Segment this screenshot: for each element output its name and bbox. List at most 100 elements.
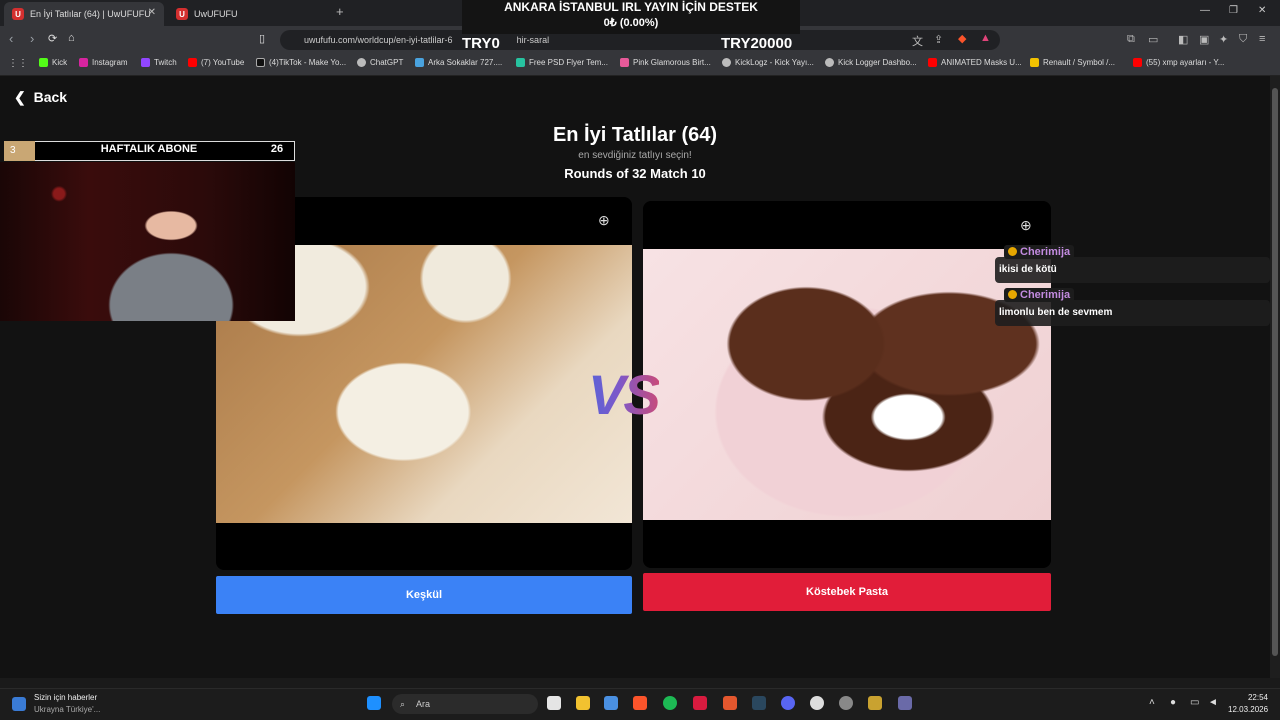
forward-nav-icon[interactable]: ›: [30, 31, 34, 46]
bookmark-renault[interactable]: Renault / Symbol /...: [1030, 58, 1115, 67]
start-icon[interactable]: [367, 696, 381, 710]
bookmark-icon[interactable]: ▯: [259, 32, 265, 45]
brave-rewards-icon[interactable]: ▲: [980, 32, 991, 44]
apps-grid-icon[interactable]: ⋮⋮: [8, 58, 28, 69]
bookmark-label: ANIMATED Masks U...: [941, 58, 1022, 67]
bookmark-twitch[interactable]: Twitch: [141, 58, 177, 67]
youtube-icon: [928, 58, 937, 67]
share-icon[interactable]: ⇪: [934, 33, 943, 46]
bookmark-youtube[interactable]: (7) YouTube: [188, 58, 244, 67]
bookmark-kicklogz[interactable]: KickLogz - Kick Yayı...: [722, 58, 814, 67]
instagram-icon: [79, 58, 88, 67]
taskbar-search[interactable]: ⌕ Ara: [392, 694, 538, 714]
bookmark-label: ChatGPT: [370, 58, 404, 67]
opera-icon[interactable]: [693, 696, 707, 710]
clock-date[interactable]: 12.03.2026: [1228, 705, 1268, 714]
translate-icon[interactable]: 文: [912, 33, 923, 49]
maximize-icon[interactable]: ❐: [1229, 5, 1238, 16]
file-explorer-icon[interactable]: [576, 696, 590, 710]
donation-title: ANKARA İSTANBUL IRL YAYIN İÇİN DESTEK: [504, 0, 758, 14]
network-icon[interactable]: ▭: [1190, 697, 1199, 708]
bookmark-label: Kick Logger Dashbo...: [838, 58, 917, 67]
bookmark-instagram[interactable]: Instagram: [79, 58, 128, 67]
close-window-icon[interactable]: ✕: [1258, 5, 1266, 16]
cast-icon[interactable]: ▭: [1148, 33, 1158, 46]
scrollbar-thumb[interactable]: [1272, 88, 1278, 656]
bookmark-free-psd[interactable]: Free PSD Flyer Tem...: [516, 58, 608, 67]
choose-right-button[interactable]: Köstebek Pasta: [643, 573, 1051, 611]
globe-icon: [825, 58, 834, 67]
steam-icon[interactable]: [752, 696, 766, 710]
tray-chevron-icon[interactable]: ˄: [1149, 697, 1155, 708]
zoom-in-icon[interactable]: ⊕: [598, 212, 610, 229]
new-tab-icon[interactable]: +: [336, 4, 344, 19]
vpn-icon[interactable]: ⛉: [1239, 33, 1247, 46]
app-icon[interactable]: [839, 696, 853, 710]
brave-browser-icon[interactable]: [633, 696, 647, 710]
brave-shield-icon[interactable]: ◆: [958, 32, 966, 45]
clock-time[interactable]: 22:54: [1228, 693, 1268, 702]
app-icon[interactable]: [868, 696, 882, 710]
url-text-tail: hir-saral: [516, 35, 550, 45]
sub-count: 26: [270, 143, 284, 155]
tab-close-icon[interactable]: ✕: [148, 7, 156, 18]
obs-icon[interactable]: [810, 696, 824, 710]
tab-uwufufu[interactable]: U UwUFUFU: [168, 2, 328, 26]
youtube-icon: [188, 58, 197, 67]
spotify-icon[interactable]: [663, 696, 677, 710]
game-app-icon[interactable]: [723, 696, 737, 710]
horizontal-scrollbar[interactable]: [0, 678, 1280, 688]
globe-icon: [722, 58, 731, 67]
uwufufu-favicon-icon: U: [176, 8, 188, 20]
bookmark-chatgpt[interactable]: ChatGPT: [357, 58, 403, 67]
app-icon[interactable]: [898, 696, 912, 710]
renault-icon: [1030, 58, 1039, 67]
bookmark-kick-logger[interactable]: Kick Logger Dashbo...: [825, 58, 917, 67]
back-nav-icon[interactable]: ‹: [9, 31, 13, 46]
kostebek-pasta-image[interactable]: [643, 249, 1051, 520]
home-icon[interactable]: ⌂: [68, 32, 75, 44]
menu-icon[interactable]: ≡: [1259, 33, 1265, 45]
leo-ai-icon[interactable]: ✦: [1219, 33, 1228, 46]
news-title[interactable]: Sizin için haberler: [34, 693, 97, 702]
subscriber-badge-icon: [1008, 247, 1017, 256]
round-info: Rounds of 32 Match 10: [564, 166, 706, 181]
chat-username: Cherimija: [1004, 245, 1075, 259]
bookmark-label: Arka Sokaklar 727....: [428, 58, 503, 67]
tab-label: En İyi Tatlılar (64) | UwUFUFU: [30, 9, 151, 19]
search-icon: ⌕: [400, 699, 406, 709]
pink-glamorous-icon: [620, 58, 629, 67]
sub-rank: 3: [4, 141, 35, 161]
bookmark-xmp-ayarlari[interactable]: (55) xmp ayarları - Y...: [1133, 58, 1224, 67]
microphone-icon[interactable]: ●: [1170, 697, 1176, 708]
tiktok-icon: [256, 58, 265, 67]
reload-icon[interactable]: ⟳: [48, 32, 57, 45]
back-link[interactable]: ❮ Back: [14, 89, 67, 106]
weather-news-icon[interactable]: [12, 697, 26, 711]
bookmark-label: Pink Glamorous Birt...: [633, 58, 711, 67]
news-subtitle[interactable]: Ukrayna Türkiye'...: [34, 705, 100, 714]
choose-left-button[interactable]: Keşkül: [216, 576, 632, 614]
minimize-icon[interactable]: —: [1200, 5, 1210, 16]
tab-active[interactable]: U En İyi Tatlılar (64) | UwUFUFU ✕: [4, 2, 164, 26]
bookmark-label: (4)TikTok - Make Yo...: [269, 58, 347, 67]
uwufufu-favicon-icon: U: [12, 8, 24, 20]
task-view-icon[interactable]: [547, 696, 561, 710]
extensions-icon[interactable]: ⧉: [1127, 33, 1135, 46]
bookmark-tiktok[interactable]: (4)TikTok - Make Yo...: [256, 58, 346, 67]
bookmark-kick[interactable]: Kick: [39, 58, 67, 67]
volume-icon[interactable]: ◄: [1208, 697, 1218, 708]
bookmark-label: (7) YouTube: [201, 58, 245, 67]
sidebar-icon[interactable]: ◧: [1178, 33, 1188, 46]
store-icon[interactable]: [604, 696, 618, 710]
sub-goal-label: HAFTALIK ABONE: [100, 143, 198, 155]
bookmark-arka-sokaklar[interactable]: Arka Sokaklar 727....: [415, 58, 502, 67]
twitch-icon: [141, 58, 150, 67]
bookmark-pink-glamorous[interactable]: Pink Glamorous Birt...: [620, 58, 711, 67]
kick-icon: [39, 58, 48, 67]
wallet-icon[interactable]: ▣: [1199, 33, 1209, 46]
discord-icon[interactable]: [781, 696, 795, 710]
bookmark-animated-masks[interactable]: ANIMATED Masks U...: [928, 58, 1022, 67]
zoom-in-icon[interactable]: ⊕: [1020, 217, 1032, 234]
chat-user-label: Cherimija: [1020, 246, 1071, 258]
